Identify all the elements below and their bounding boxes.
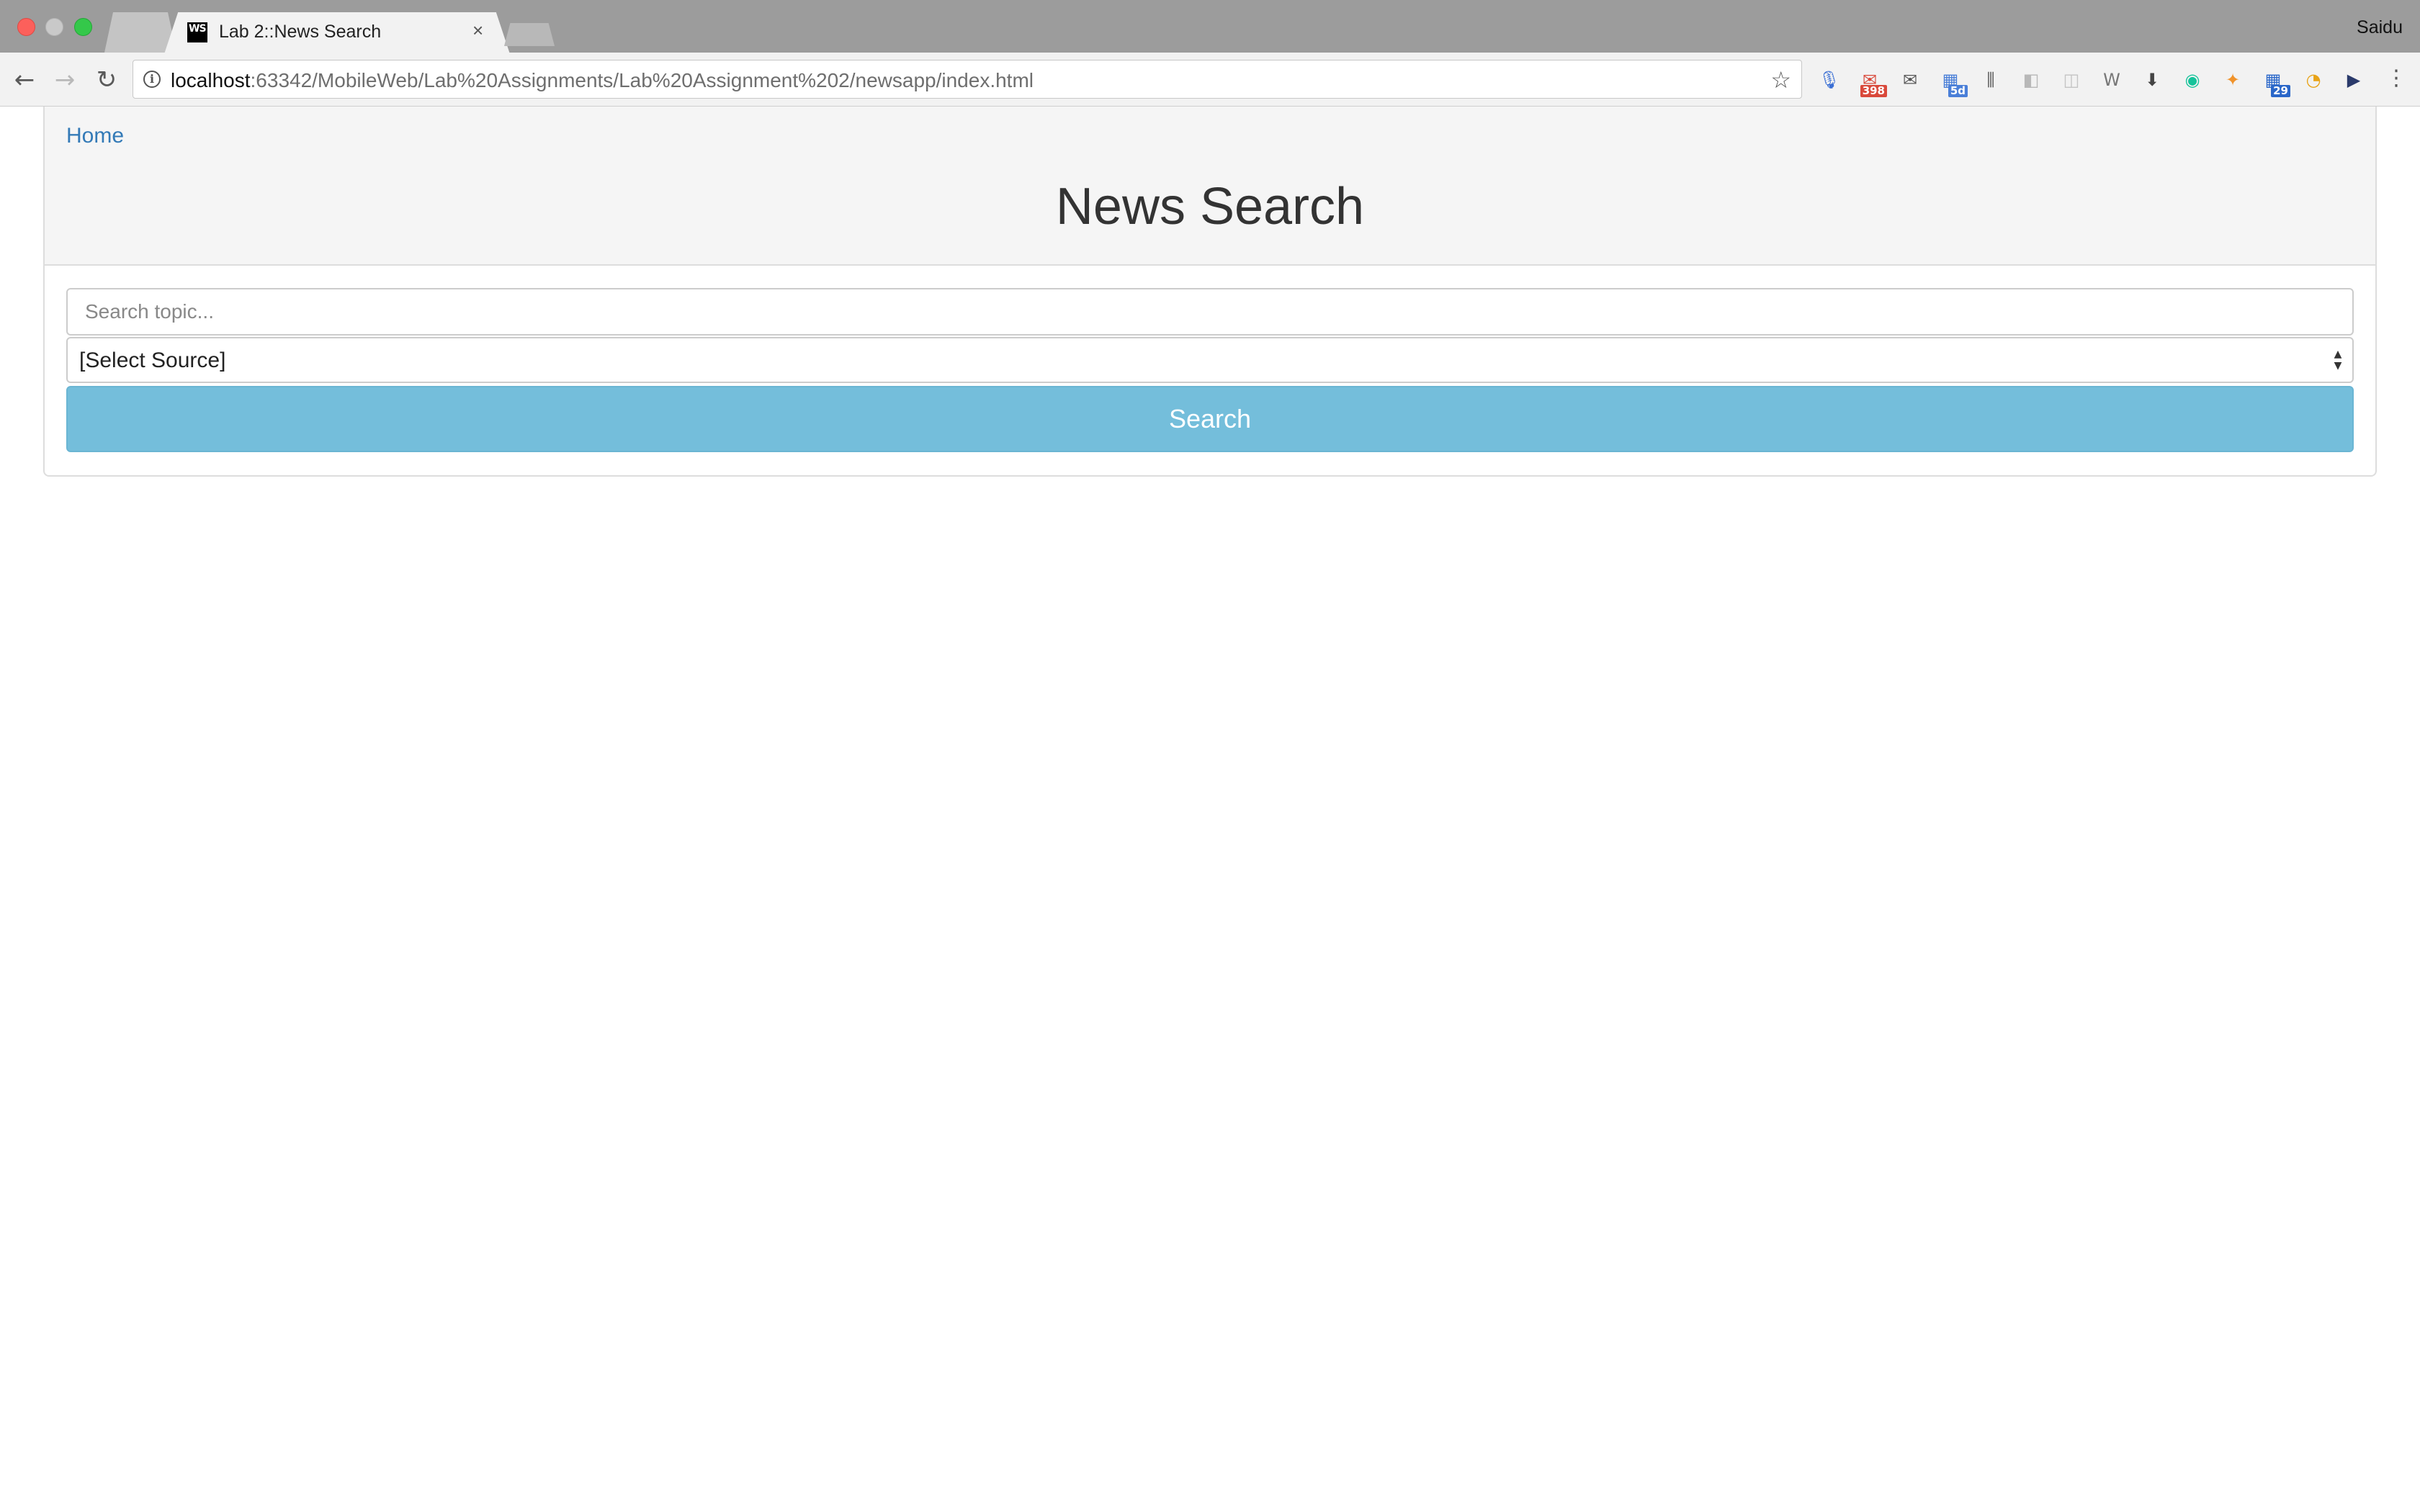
menu-kebab-icon[interactable]: ⋮ [2385,64,2407,93]
select-arrows-icon: ▲ ▼ [2334,348,2342,372]
forward-arrow-icon[interactable]: → [50,66,79,94]
play-icon[interactable]: ▶ [2341,67,2367,93]
info-icon[interactable]: i [143,71,161,88]
microphone-icon[interactable]: 🎙 [1816,67,1842,93]
tab-title: Lab 2::News Search [219,22,382,42]
back-arrow-icon[interactable]: ← [10,66,39,94]
reload-icon[interactable]: ↻ [92,66,121,94]
extension-disabled-icon[interactable]: ◫ [2058,67,2084,93]
minimize-window-button[interactable] [45,18,63,36]
close-window-button[interactable] [17,18,35,36]
extension-icon[interactable]: ◧ [2018,67,2044,93]
browser-titlebar: WS Lab 2::News Search × Saidu [0,0,2420,54]
compass-icon[interactable]: ◔ [2300,67,2326,93]
calendar-badge: 5d [1948,85,1968,97]
colorful-icon[interactable]: ✦ [2220,67,2246,93]
gmail-badge: 398 [1860,85,1887,97]
source-select-value: [Select Source] [79,348,226,372]
download-icon[interactable]: ⬇ [2139,67,2165,93]
source-select[interactable]: [Select Source] ▲ ▼ [66,337,2354,383]
url-host: localhost [171,69,251,91]
panel-heading: Home News Search [45,107,2375,266]
page-title: News Search [1055,178,1365,235]
tab-close-icon[interactable]: × [472,20,483,40]
webstorm-favicon-icon: WS [187,22,207,42]
home-link[interactable]: Home [66,124,124,148]
search-topic-input[interactable] [66,288,2354,336]
gmail-icon[interactable]: ✉ 398 [1857,67,1887,97]
equalizer-icon[interactable]: ⫼ [1978,67,2004,93]
news-search-panel: Home News Search [Select Source] ▲▼ Sear… [43,107,2377,477]
extension-icons: 🎙 ✉ 398 ✉ ▦ 5d ⫼ ◧ ◫ W ⬇ ◉ ✦ ▦ 29 ◔ ▶ [1816,66,2381,97]
mail-icon[interactable]: ✉ [1897,67,1923,93]
new-tab-button[interactable] [504,23,555,46]
bookmark-star-icon[interactable]: ☆ [1770,66,1791,94]
maximize-window-button[interactable] [74,18,92,36]
url-text[interactable]: localhost:63342/MobileWeb/Lab%20Assignme… [171,69,1034,92]
search-button[interactable]: Search [66,386,2354,452]
calendar-icon[interactable]: ▦ 5d [1937,67,1968,97]
grammarly-icon[interactable]: ◉ [2179,67,2205,93]
browser-toolbar: ← → ↻ i localhost:63342/MobileWeb/Lab%20… [0,53,2420,107]
calendar-29-badge: 29 [2271,85,2290,97]
profile-name[interactable]: Saidu [2357,17,2403,38]
url-path: :63342/MobileWeb/Lab%20Assignments/Lab%2… [250,69,1034,91]
background-tab[interactable] [104,12,176,53]
w-icon[interactable]: W [2099,67,2125,93]
address-bar[interactable]: i localhost:63342/MobileWeb/Lab%20Assign… [133,60,1802,99]
calendar-29-icon[interactable]: ▦ 29 [2260,67,2290,97]
